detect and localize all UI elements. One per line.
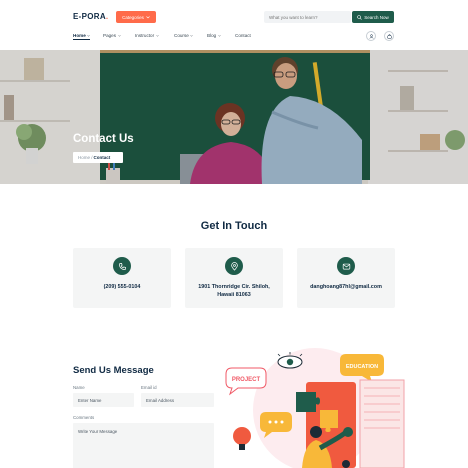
section-title-send: Send Us Message <box>73 365 154 376</box>
nav-label: Contact <box>235 33 251 38</box>
chevron-down-icon <box>218 34 221 37</box>
nav-label: Home <box>73 33 86 38</box>
breadcrumb-home[interactable]: Home / <box>78 155 93 160</box>
breadcrumb: Home / Contact <box>73 152 123 163</box>
nav-home[interactable]: Home <box>73 33 91 40</box>
search-input[interactable] <box>264 11 351 23</box>
location-icon-badge <box>225 257 243 275</box>
email-address[interactable]: danghoang87hl@gmail.com <box>297 284 395 292</box>
categories-button[interactable]: Categories <box>116 11 156 23</box>
nav-label: Instructor <box>135 33 155 38</box>
comments-label: Comments <box>73 415 95 420</box>
logo[interactable]: E-PORA. <box>73 12 108 21</box>
project-bubble-text: PROJECT <box>232 377 261 383</box>
hero-photo <box>0 50 468 184</box>
section-title-touch: Get In Touch <box>200 220 268 232</box>
mail-icon-badge <box>337 257 355 275</box>
comments-field[interactable]: Write Your Message <box>73 423 214 468</box>
nav-label: Blog <box>207 33 217 38</box>
email-field[interactable]: Email Address <box>141 393 214 407</box>
name-field[interactable]: Enter Name <box>73 393 134 407</box>
contact-card-email: danghoang87hl@gmail.com <box>297 248 395 308</box>
cart-button[interactable] <box>384 31 394 41</box>
chevron-down-icon <box>117 34 121 37</box>
education-illustration: PROJECT EDUCATION <box>225 348 405 468</box>
email-label: Email id <box>141 385 157 390</box>
education-bubble-text: EDUCATION <box>346 364 378 370</box>
nav-label: Pages <box>103 33 117 38</box>
chevron-down-icon <box>87 34 90 37</box>
nav-blog[interactable]: Blog <box>207 33 221 38</box>
address-line-2: Hawaii 81063 <box>217 291 251 298</box>
mail-icon <box>342 263 350 269</box>
chevron-down-icon <box>146 15 150 18</box>
contact-card-address: 1901 Thornridge Cir. Shiloh, Hawaii 8106… <box>185 248 283 308</box>
nav-course[interactable]: Course <box>174 33 193 38</box>
bag-icon <box>387 33 391 39</box>
search-button-label: Search Now <box>364 14 389 20</box>
breadcrumb-current: Contact <box>93 155 111 160</box>
chevron-down-icon <box>155 34 159 37</box>
contact-card-phone: (209) 555-0104 <box>73 248 171 308</box>
name-label: Name <box>73 385 85 390</box>
page-title: Contact Us <box>73 133 134 145</box>
categories-label: Categories <box>122 14 144 20</box>
chevron-down-icon <box>190 34 193 37</box>
phone-icon <box>118 262 126 270</box>
phone-number[interactable]: (209) 555-0104 <box>73 284 171 292</box>
address-line-1: 1901 Thornridge Cir. Shiloh, <box>198 284 270 290</box>
search-icon <box>357 14 362 20</box>
hero-banner <box>0 50 468 184</box>
nav-instructor[interactable]: Instructor <box>135 33 159 38</box>
search-button[interactable]: Search Now <box>352 11 394 23</box>
user-icon <box>369 33 373 39</box>
site-header: E-PORA. Categories Search Now Home Pages… <box>0 0 468 50</box>
nav-pages[interactable]: Pages <box>103 33 121 38</box>
user-button[interactable] <box>366 31 376 41</box>
phone-icon-badge <box>113 257 131 275</box>
nav-label: Course <box>174 33 189 38</box>
location-pin-icon <box>230 261 238 271</box>
nav-contact[interactable]: Contact <box>235 33 251 38</box>
